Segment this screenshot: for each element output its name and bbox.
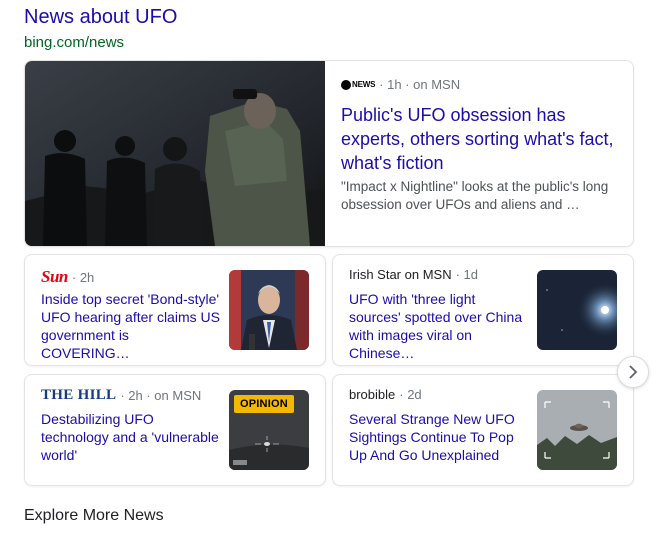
news-thumbnail-ufo-over-trees — [537, 390, 617, 470]
news-source: Irish Star on MSN — [349, 267, 452, 282]
news-meta: · 1d — [455, 267, 478, 282]
news-card-featured[interactable]: NEWS · 1h · on MSN Public's UFO obsessio… — [24, 60, 634, 247]
news-card[interactable]: Sun · 2h Inside top secret 'Bond-style' … — [24, 254, 326, 366]
abc-news-logo: NEWS — [341, 79, 375, 90]
news-card[interactable]: brobible · 2d Several Strange New UFO Si… — [332, 374, 634, 486]
news-headline-link[interactable]: Destabilizing UFO technology and a 'vuln… — [41, 410, 221, 464]
news-meta: · 2h — [71, 269, 95, 285]
news-meta: · 1h · on MSN — [379, 77, 461, 92]
news-section-title[interactable]: News about UFO — [24, 6, 177, 29]
opinion-badge: OPINION — [234, 395, 294, 413]
news-meta: · 2d — [399, 387, 422, 402]
news-headline-link[interactable]: Inside top secret 'Bond-style' UFO heari… — [41, 290, 221, 362]
news-meta: · 2h · on MSN — [120, 388, 202, 403]
news-headline-link[interactable]: Several Strange New UFO Sightings Contin… — [349, 410, 529, 464]
carousel-next-button[interactable] — [617, 356, 649, 388]
news-source-url: bing.com/news — [24, 34, 125, 51]
news-headline-link[interactable]: UFO with 'three light sources' spotted o… — [349, 290, 529, 362]
news-thumbnail-infrared-footage: OPINION — [229, 390, 309, 470]
chevron-right-icon — [629, 365, 638, 379]
the-hill-logo: THE HILL — [41, 387, 117, 403]
brobible-logo: brobible — [349, 387, 396, 402]
news-card[interactable]: THE HILL · 2h · on MSN Destabilizing UFO… — [24, 374, 326, 486]
the-sun-logo: Sun — [41, 267, 68, 286]
news-thumbnail-hearing-speaker — [229, 270, 309, 350]
explore-more-news-link[interactable]: Explore More News — [24, 507, 164, 525]
news-snippet: "Impact x Nightline" looks at the public… — [341, 179, 609, 212]
news-thumbnail-lights-in-sky — [537, 270, 617, 350]
news-headline-link[interactable]: Public's UFO obsession has experts, othe… — [341, 103, 625, 175]
news-card[interactable]: Irish Star on MSN · 1d UFO with 'three l… — [332, 254, 634, 366]
news-thumbnail-soldiers-night-sky — [25, 61, 325, 246]
